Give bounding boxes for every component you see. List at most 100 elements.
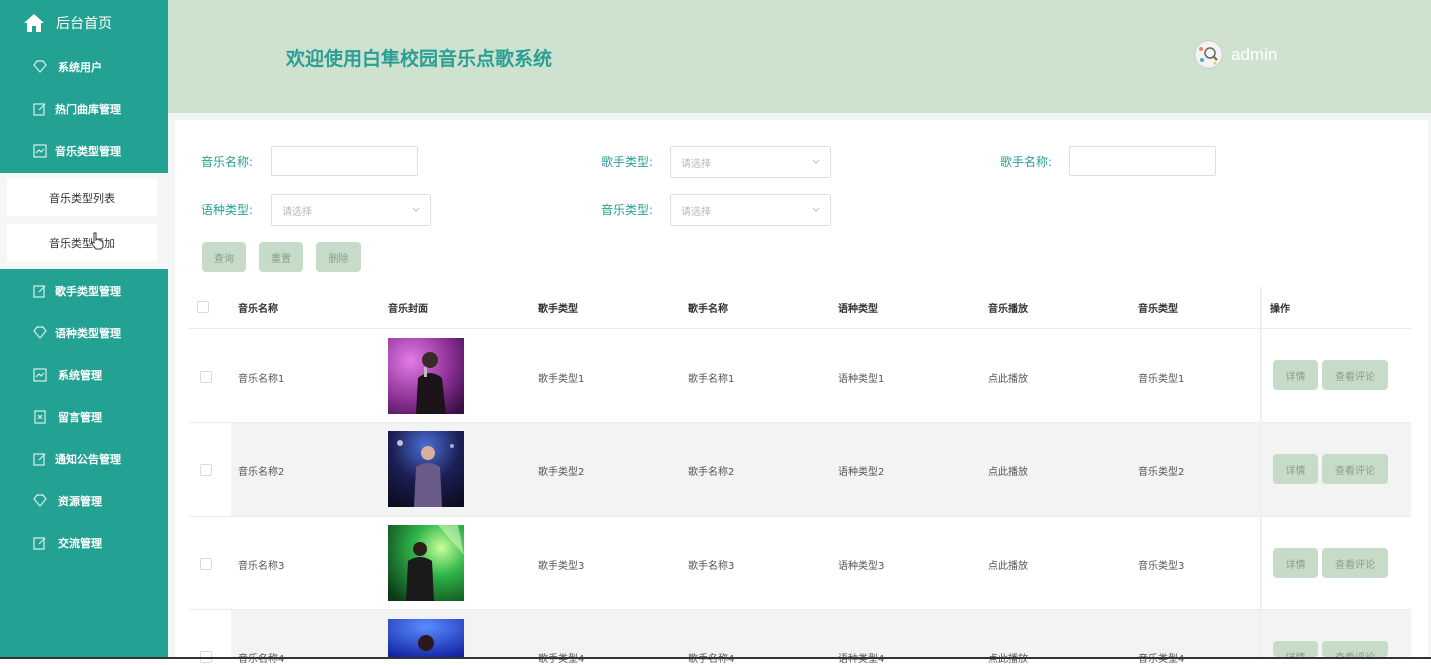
column-header: 音乐类型 [1138,304,1178,315]
play-link[interactable]: 点此播放 [988,370,1028,385]
row-checkbox[interactable] [200,558,212,570]
music-name-input[interactable] [271,146,418,176]
column-header: 音乐名称 [238,304,278,315]
sidebar-item-notices[interactable]: 通知公告管理 [0,438,168,480]
chart-icon [33,144,47,158]
music-name-cell: 音乐名称1 [238,374,285,385]
divider [189,516,1411,517]
sidebar-item-label: 歌手类型管理 [55,285,121,298]
avatar [1194,40,1223,69]
reset-button[interactable]: 重置 [259,242,303,272]
hand-cursor-icon [91,232,104,250]
diamond-icon [33,494,47,507]
detail-button[interactable]: 详情 [1273,641,1318,657]
detail-button[interactable]: 详情 [1273,548,1318,578]
submenu-label: 音乐类型添加 [49,236,115,250]
column-header: 歌手类型 [538,304,578,315]
submenu-music-type-add[interactable]: 音乐类型添加 [7,224,157,261]
edit-icon [33,537,46,550]
query-button[interactable]: 查询 [202,242,246,272]
singer-name-label: 歌手名称: [1000,155,1053,169]
music-type-cell: 音乐类型1 [1138,374,1185,385]
fixed-column-shadow [1260,287,1262,659]
edit-icon [33,285,46,298]
music-type-label: 音乐类型: [601,203,654,217]
sidebar-item-label: 交流管理 [58,537,102,550]
sidebar-item-resources[interactable]: 资源管理 [0,480,168,522]
sidebar-home[interactable]: 后台首页 [0,0,168,46]
singer-type-select[interactable]: 请选择 [670,146,831,178]
row-checkbox[interactable] [200,371,212,383]
play-link[interactable]: 点此播放 [988,463,1028,478]
music-cover-image[interactable] [388,431,464,507]
sidebar-item-label: 系统用户 [58,61,102,74]
music-cover-image[interactable] [388,619,464,657]
music-cover-image[interactable] [388,338,464,414]
submenu-music-type-list[interactable]: 音乐类型列表 [7,179,157,216]
edit-icon [33,453,46,466]
music-name-label: 音乐名称: [201,155,254,169]
language-cell: 语种类型3 [838,561,885,572]
sidebar-item-messages[interactable]: 留言管理 [0,396,168,438]
sidebar: 后台首页 系统用户 热门曲库管理 音乐类型管理 音乐类型列表 音乐类型添加 歌手… [0,0,168,659]
music-type-select[interactable]: 请选择 [670,194,831,226]
music-type-cell: 音乐类型3 [1138,561,1185,572]
view-comments-button[interactable]: 查看评论 [1322,548,1388,578]
column-header: 歌手名称 [688,304,728,315]
page-title: 欢迎使用白隼校园音乐点歌系统 [286,48,553,70]
language-cell: 语种类型2 [838,467,885,478]
username: admin [1231,44,1278,64]
chevron-down-icon [412,207,420,212]
sidebar-item-label: 资源管理 [58,495,102,508]
sidebar-item-label: 留言管理 [58,411,102,424]
sidebar-item-exchange[interactable]: 交流管理 [0,522,168,564]
home-icon [24,14,44,32]
header: 欢迎使用白隼校园音乐点歌系统 admin [168,0,1431,113]
select-placeholder: 请选择 [681,206,711,218]
divider [189,609,1411,610]
sidebar-item-system-users[interactable]: 系统用户 [0,46,168,88]
singer-type-cell: 歌手类型2 [538,467,585,478]
diamond-icon [33,60,47,73]
sidebar-item-label: 系统管理 [58,369,102,382]
sidebar-item-system-manage[interactable]: 系统管理 [0,354,168,396]
sidebar-item-label: 语种类型管理 [55,327,121,340]
detail-button[interactable]: 详情 [1273,454,1318,484]
singer-name-cell: 歌手名称2 [688,467,735,478]
view-comments-button[interactable]: 查看评论 [1322,360,1388,390]
column-header: 语种类型 [838,304,878,315]
language-cell: 语种类型1 [838,374,885,385]
music-name-cell: 音乐名称2 [238,467,285,478]
sidebar-item-hot-library[interactable]: 热门曲库管理 [0,88,168,130]
sidebar-item-language-type[interactable]: 语种类型管理 [0,312,168,354]
edit-icon [33,103,46,116]
view-comments-button[interactable]: 查看评论 [1322,641,1388,657]
select-placeholder: 请选择 [282,206,312,218]
music-type-cell: 音乐类型2 [1138,467,1185,478]
language-type-select[interactable]: 请选择 [271,194,431,226]
chevron-down-icon [812,207,820,212]
play-link[interactable]: 点此播放 [988,557,1028,572]
detail-button[interactable]: 详情 [1273,360,1318,390]
singer-name-input[interactable] [1069,146,1216,176]
sidebar-item-singer-type[interactable]: 歌手类型管理 [0,270,168,312]
chart-icon [33,368,47,382]
singer-type-cell: 歌手类型1 [538,374,585,385]
column-header: 音乐播放 [988,304,1028,315]
sidebar-home-label: 后台首页 [56,16,112,32]
user-menu[interactable]: admin [1194,40,1277,69]
music-cover-image[interactable] [388,525,464,601]
sidebar-item-label: 热门曲库管理 [55,103,121,116]
select-all-checkbox[interactable] [197,301,209,313]
diamond-icon [33,326,47,339]
music-name-cell: 音乐名称3 [238,561,285,572]
view-comments-button[interactable]: 查看评论 [1322,454,1388,484]
singer-name-cell: 歌手名称3 [688,561,735,572]
sidebar-item-music-type[interactable]: 音乐类型管理 [0,130,168,172]
divider [189,422,1411,423]
delete-button[interactable]: 删除 [316,242,361,272]
row-checkbox[interactable] [200,464,212,476]
submenu-label: 音乐类型列表 [49,191,115,205]
chevron-down-icon [812,159,820,164]
avatar-icon [1196,42,1221,67]
